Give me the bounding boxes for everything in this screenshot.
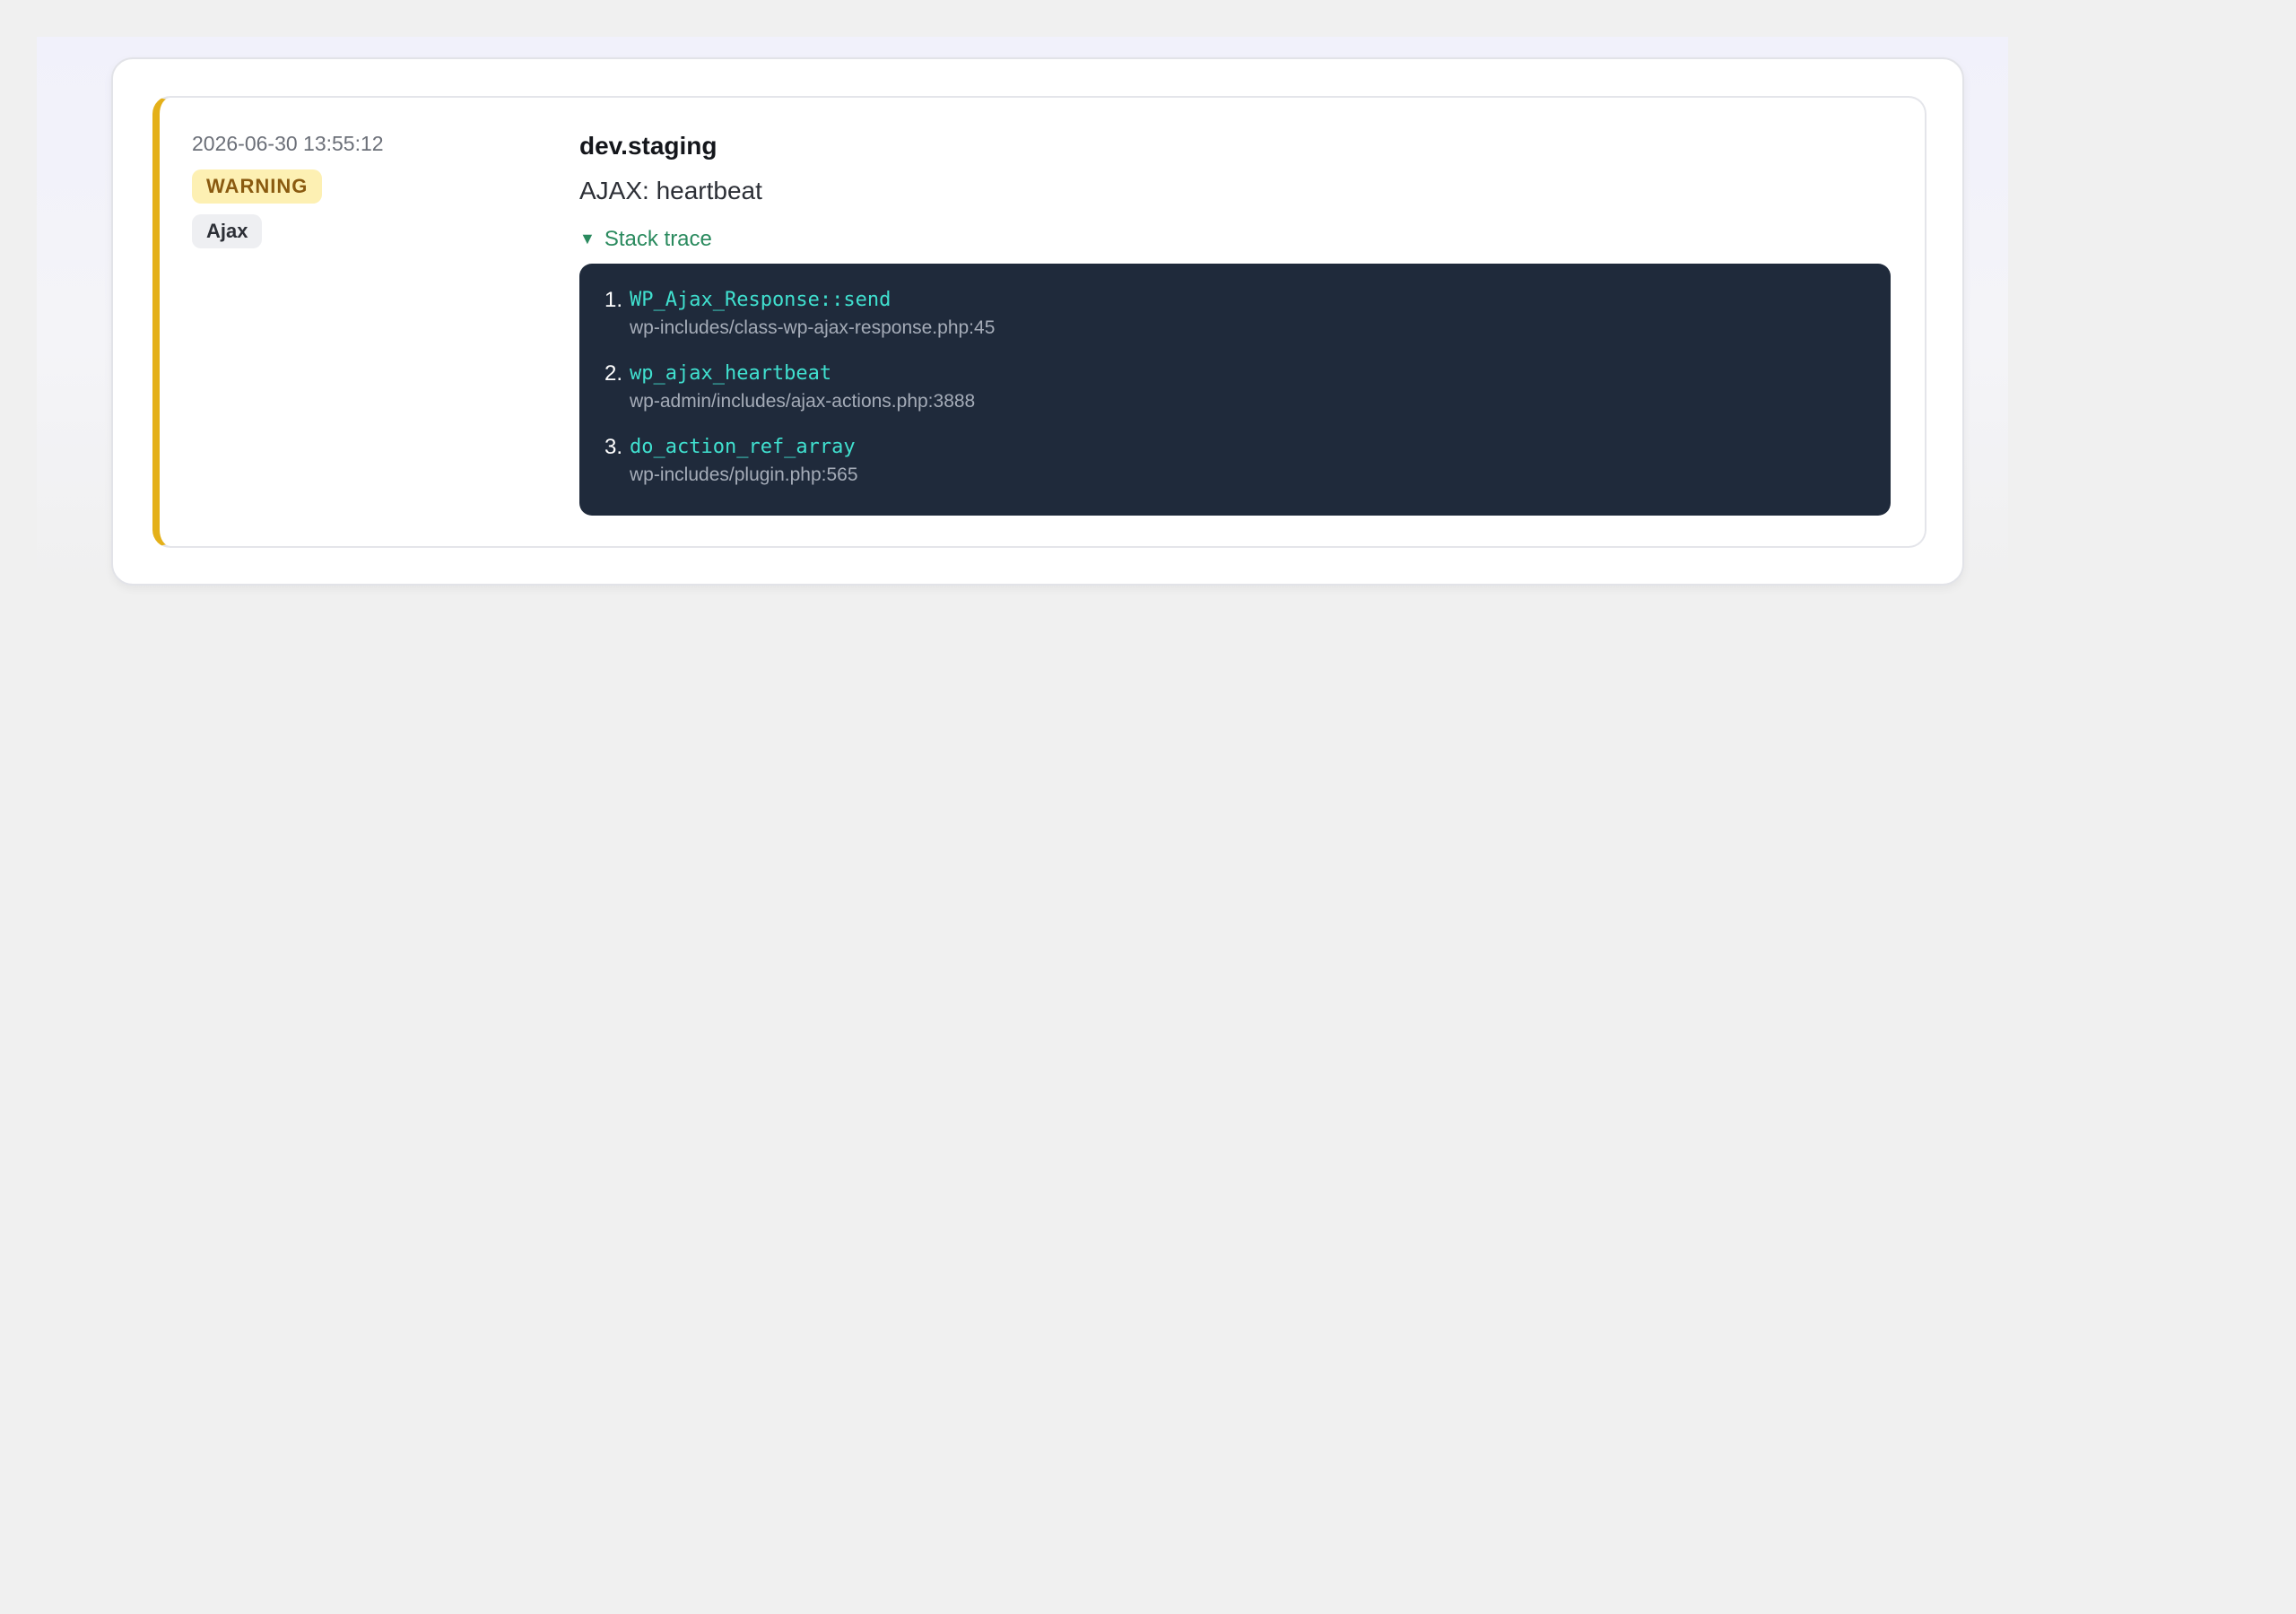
frame-number: 1. xyxy=(604,288,623,312)
frame-number: 3. xyxy=(604,435,623,459)
stack-trace-panel: 1. WP_Ajax_Response::send wp-includes/cl… xyxy=(579,264,1891,516)
frame-function: wp_ajax_heartbeat xyxy=(630,362,832,385)
level-badge: WARNING xyxy=(192,169,323,204)
stack-trace-toggle[interactable]: ▼ Stack trace xyxy=(579,225,1891,253)
entry-content: dev.staging AJAX: heartbeat ▼ Stack trace… xyxy=(579,130,1891,516)
site-name: dev.staging xyxy=(579,132,718,160)
log-entry: 2026-06-30 13:55:12 WARNING Ajax dev.sta… xyxy=(152,96,1926,548)
caret-down-icon: ▼ xyxy=(579,230,596,247)
trace-frame: 2. wp_ajax_heartbeat wp-admin/includes/a… xyxy=(604,360,1864,414)
category-badge: Ajax xyxy=(192,214,263,248)
entry-timestamp: 2026-06-30 13:55:12 xyxy=(192,132,384,155)
trace-frame: 3. do_action_ref_array wp-includes/plugi… xyxy=(604,434,1864,488)
frame-function: do_action_ref_array xyxy=(630,436,856,458)
frame-number: 2. xyxy=(604,361,623,386)
stack-trace-toggle-label: Stack trace xyxy=(604,227,712,251)
log-message: AJAX: heartbeat xyxy=(579,177,762,204)
frame-function: WP_Ajax_Response::send xyxy=(630,289,891,311)
entry-meta: 2026-06-30 13:55:12 WARNING Ajax xyxy=(192,130,533,248)
trace-frame: 1. WP_Ajax_Response::send wp-includes/cl… xyxy=(604,287,1864,341)
frame-file: wp-includes/class-wp-ajax-response.php:4… xyxy=(630,317,996,338)
frame-file: wp-includes/plugin.php:565 xyxy=(630,464,858,485)
log-panel: 2026-06-30 13:55:12 WARNING Ajax dev.sta… xyxy=(111,57,1964,586)
frame-file: wp-admin/includes/ajax-actions.php:3888 xyxy=(630,391,976,412)
